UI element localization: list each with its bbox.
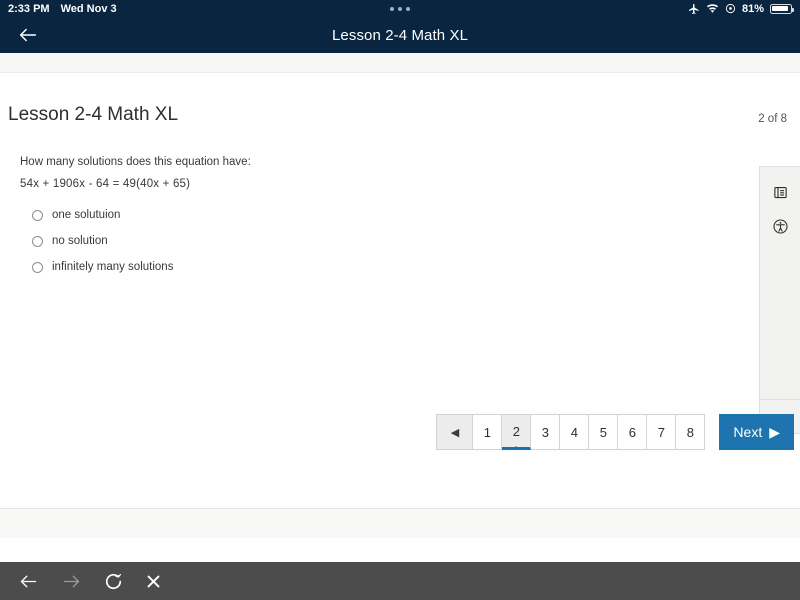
pagination-page-6[interactable]: 6 — [618, 414, 648, 450]
airplane-mode-icon — [688, 3, 700, 15]
radio-button-0[interactable] — [32, 209, 43, 221]
answer-choice-0[interactable]: one solutuion — [32, 202, 173, 228]
web-viewport: Lesson 2-4 Math XL 2 of 8 How many solut… — [0, 53, 800, 560]
browser-toolbar — [0, 562, 800, 600]
next-button-label: Next — [733, 424, 763, 440]
pagination-page-2[interactable]: 2 — [502, 414, 532, 450]
next-button[interactable]: Next ▶ — [719, 414, 794, 450]
wifi-icon — [706, 3, 719, 14]
app-nav-bar: Lesson 2-4 Math XL — [0, 17, 800, 53]
status-bar-center — [0, 6, 800, 11]
pagination-page-5[interactable]: 5 — [589, 414, 619, 450]
nav-title: Lesson 2-4 Math XL — [331, 26, 469, 44]
status-bar-right: 81% — [688, 2, 794, 15]
close-icon[interactable] — [145, 573, 162, 590]
pagination: ◀ 1 2 3 4 5 6 7 8 Next ▶ — [436, 414, 794, 450]
battery-icon — [770, 3, 794, 14]
answer-choice-1[interactable]: no solution — [32, 228, 173, 254]
answer-choice-label-1: no solution — [52, 235, 108, 247]
back-button[interactable] — [0, 17, 56, 53]
assignment-card: Lesson 2-4 Math XL 2 of 8 How many solut… — [0, 74, 800, 508]
answer-choice-list: one solutuion no solution infinitely man… — [32, 202, 173, 280]
page-top-strip — [0, 53, 800, 73]
back-icon[interactable] — [18, 571, 39, 592]
status-time: 2:33 PM — [8, 2, 50, 15]
status-date: Wed Nov 3 — [60, 2, 117, 15]
reload-icon[interactable] — [104, 572, 123, 591]
tool-rail: ‹ — [759, 166, 800, 434]
page-bottom-strip — [0, 508, 800, 538]
equation-text: 54x + 1906x - 64 = 49(40x + 65) — [20, 178, 191, 190]
pagination-page-3[interactable]: 3 — [531, 414, 561, 450]
ios-status-bar: 2:33 PM Wed Nov 3 81% — [0, 0, 800, 17]
pagination-page-4[interactable]: 4 — [560, 414, 590, 450]
answer-choice-label-2: infinitely many solutions — [52, 261, 174, 273]
forward-icon — [61, 571, 82, 592]
outline-list-icon[interactable] — [760, 175, 800, 209]
three-dots-indicator-icon — [390, 6, 410, 11]
page-count-indicator: 2 of 8 — [758, 113, 787, 125]
pagination-page-8[interactable]: 8 — [676, 414, 706, 450]
answer-choice-2[interactable]: infinitely many solutions — [32, 254, 173, 280]
answer-choice-label-0: one solutuion — [52, 209, 121, 221]
pagination-page-7[interactable]: 7 — [647, 414, 677, 450]
pagination-prev-button[interactable]: ◀ — [436, 414, 474, 450]
pagination-numbers: 1 2 3 4 5 6 7 8 — [473, 414, 706, 450]
page-title: Lesson 2-4 Math XL — [8, 104, 179, 125]
orientation-lock-icon — [725, 3, 736, 14]
accessibility-icon[interactable] — [760, 209, 800, 243]
radio-button-2[interactable] — [32, 261, 43, 273]
question-prompt: How many solutions does this equation ha… — [20, 156, 251, 168]
next-arrow-icon: ▶ — [769, 423, 780, 440]
status-bar-left: 2:33 PM Wed Nov 3 — [8, 3, 117, 15]
battery-percent: 81% — [741, 2, 764, 15]
pagination-page-1[interactable]: 1 — [473, 414, 503, 450]
radio-button-1[interactable] — [32, 235, 43, 247]
